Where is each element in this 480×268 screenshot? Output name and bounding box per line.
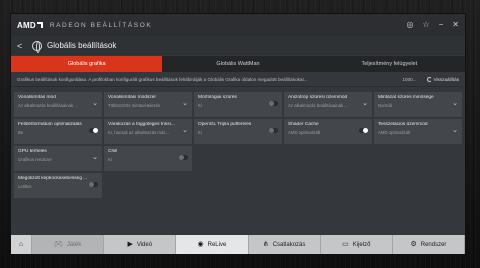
setting-value: Ki bbox=[198, 130, 202, 135]
setting-texture-filtering-quality[interactable]: Mintázat szűrés minősége Normál ⌄ bbox=[374, 92, 462, 117]
title-bar: AMD RADEON BEÁLLÍTÁSOK ◎ ☆ − ✕ bbox=[11, 14, 465, 36]
reset-button[interactable]: Visszaállítás bbox=[426, 76, 459, 82]
back-button[interactable]: < bbox=[17, 41, 29, 51]
home-icon: ⌂ bbox=[18, 241, 24, 248]
toggle-switch[interactable] bbox=[89, 128, 98, 133]
nav-label: ReLive bbox=[207, 241, 227, 248]
nav-label: Rendszer bbox=[420, 241, 447, 248]
setting-name: GPU terhelés bbox=[18, 149, 47, 154]
nav-home[interactable]: ⌂ bbox=[11, 235, 32, 254]
setting-value: Ki bbox=[198, 103, 202, 108]
toggle-switch[interactable] bbox=[359, 128, 368, 133]
setting-wait-for-vertical-refresh[interactable]: Várakozás a függőleges frissí... Ki, hac… bbox=[104, 119, 192, 144]
close-icon[interactable]: ✕ bbox=[452, 21, 459, 29]
setting-frame-rate-target[interactable]: Megolizott képkockasebesség ... Letiltve bbox=[14, 173, 102, 198]
info-text: Grafikus beállítások konfigurálása. A pr… bbox=[17, 76, 308, 82]
tab-bar: Globális grafika Globális WattMan Teljes… bbox=[11, 56, 465, 72]
setting-value: Normál bbox=[378, 103, 392, 108]
share-icon: ⋔ bbox=[262, 241, 269, 248]
page-title: Globális beállítások bbox=[47, 41, 117, 50]
amd-logo: AMD bbox=[17, 21, 43, 30]
nav-video[interactable]: ▶ Videó bbox=[104, 235, 177, 254]
setting-name: Vonalsimítási módszer bbox=[108, 95, 156, 100]
titlebar-icons: ◎ ☆ − ✕ bbox=[406, 21, 459, 29]
setting-name: Morfológiai szűrés bbox=[198, 95, 237, 100]
setting-value: Be bbox=[18, 130, 24, 135]
bottom-navigation: ⌂ 🎮︎ Játék ▶ Videó ◉ ReLive ⋔ Csatlakozá… bbox=[11, 235, 466, 254]
setting-name: Felületformátum optimalizálás bbox=[18, 122, 82, 127]
toggle-switch[interactable] bbox=[179, 155, 188, 160]
setting-opengl-triple-buffering[interactable]: OpenGL Tripla pufferelés Ki bbox=[194, 119, 282, 144]
info-bar: Grafikus beállítások konfigurálása. A pr… bbox=[11, 72, 465, 87]
setting-value: Ki, hacsak az alkalmazás más... bbox=[108, 130, 170, 135]
setting-antialiasing-mode[interactable]: Vonalsimítás mód Az alkalmazás beállítás… bbox=[14, 92, 102, 117]
relive-icon: ◉ bbox=[197, 241, 204, 248]
setting-antialiasing-method[interactable]: Vonalsimítási módszer Többszörös mintavé… bbox=[104, 92, 192, 117]
nav-label: Kijelző bbox=[352, 241, 371, 248]
minimize-icon[interactable]: − bbox=[439, 21, 444, 29]
chevron-down-icon: ⌄ bbox=[182, 127, 188, 134]
setting-name: Vonalsimítás mód bbox=[18, 95, 56, 100]
setting-value: AMD optimalizált bbox=[378, 130, 411, 135]
nav-gaming[interactable]: 🎮︎ Játék bbox=[32, 235, 105, 254]
tab-global-graphics[interactable]: Globális grafika bbox=[11, 56, 163, 72]
grid-spacer bbox=[194, 146, 462, 171]
nav-label: Csatlakozás bbox=[272, 241, 306, 248]
setting-name: Tesszelációs üzemmód bbox=[378, 122, 428, 127]
chevron-down-icon: ⌄ bbox=[92, 154, 98, 161]
gamepad-icon: 🎮︎ bbox=[53, 241, 63, 248]
setting-surface-format-optimization[interactable]: Felületformátum optimalizálás Be bbox=[14, 119, 102, 144]
nav-connect[interactable]: ⋔ Csatlakozás bbox=[248, 235, 321, 254]
setting-name: Anizotróp szűrési üzemmód bbox=[288, 95, 348, 100]
chevron-down-icon: ⌄ bbox=[452, 127, 458, 134]
reset-label: Visszaállítás bbox=[433, 76, 459, 82]
setting-tessellation-mode[interactable]: Tesszelációs üzemmód AMD optimalizált ⌄ bbox=[374, 119, 462, 144]
setting-value: AMD optimalizált bbox=[288, 130, 321, 135]
chevron-down-icon: ⌄ bbox=[362, 100, 368, 107]
tab-global-wattman[interactable]: Globális WattMan bbox=[162, 56, 314, 72]
setting-chill[interactable]: Chill Ki bbox=[104, 146, 192, 171]
app-title: RADEON BEÁLLÍTÁSOK bbox=[49, 21, 153, 29]
setting-anisotropic-filtering-mode[interactable]: Anizotróp szűrési üzemmód Az alkalmazás … bbox=[284, 92, 372, 117]
setting-morphological-filtering[interactable]: Morfológiai szűrés Ki bbox=[194, 92, 282, 117]
nav-label: Videó bbox=[136, 241, 153, 248]
chevron-down-icon: ⌄ bbox=[92, 100, 98, 107]
monitor-icon: ▭ bbox=[342, 241, 349, 248]
setting-value: Többszörös mintavételezés bbox=[108, 103, 161, 108]
target-icon[interactable]: ◎ bbox=[406, 21, 413, 29]
setting-name: Várakozás a függőleges frissí... bbox=[108, 122, 175, 127]
star-icon[interactable]: ☆ bbox=[422, 21, 429, 29]
reset-icon bbox=[426, 76, 432, 82]
setting-value: Ki bbox=[108, 157, 112, 162]
setting-value: Grafikus rendszer bbox=[18, 157, 52, 162]
chevron-down-icon: ⌄ bbox=[452, 100, 458, 107]
info-more-link[interactable]: 1000... bbox=[402, 77, 416, 82]
setting-value: Az alkalmazás beállításainak ... bbox=[18, 103, 78, 108]
setting-gpu-workload[interactable]: GPU terhelés Grafikus rendszer ⌄ bbox=[14, 146, 102, 171]
gear-icon: ⚙ bbox=[410, 241, 417, 248]
nav-relive[interactable]: ◉ ReLive bbox=[176, 235, 249, 254]
nav-system[interactable]: ⚙ Rendszer bbox=[392, 235, 466, 254]
setting-value: Az alkalmazás beállításainak ... bbox=[288, 103, 348, 108]
nav-label: Játék bbox=[66, 241, 82, 248]
setting-name: OpenGL Tripla pufferelés bbox=[198, 122, 252, 127]
toggle-switch[interactable] bbox=[269, 128, 278, 133]
navigation-row: < Globális beállítások bbox=[11, 36, 465, 55]
play-icon: ▶ bbox=[127, 241, 133, 248]
setting-name: Megolizott képkockasebesség ... bbox=[18, 176, 88, 181]
settings-grid: Vonalsimítás mód Az alkalmazás beállítás… bbox=[14, 92, 462, 198]
tab-performance-monitoring[interactable]: Teljesítmény felügyelet bbox=[313, 56, 465, 72]
radeon-settings-window: AMD RADEON BEÁLLÍTÁSOK ◎ ☆ − ✕ < Globáli… bbox=[10, 13, 466, 255]
setting-value: Letiltve bbox=[18, 184, 32, 189]
setting-name: Mintázat szűrés minősége bbox=[378, 95, 434, 100]
globe-icon bbox=[32, 40, 42, 53]
toggle-switch[interactable] bbox=[89, 182, 98, 187]
toggle-switch[interactable] bbox=[269, 101, 278, 106]
nav-display[interactable]: ▭ Kijelző bbox=[320, 235, 393, 254]
setting-name: Shader Cache bbox=[288, 122, 319, 127]
chevron-down-icon: ⌄ bbox=[182, 100, 188, 107]
setting-name: Chill bbox=[108, 149, 118, 154]
setting-shader-cache[interactable]: Shader Cache AMD optimalizált bbox=[284, 119, 372, 144]
